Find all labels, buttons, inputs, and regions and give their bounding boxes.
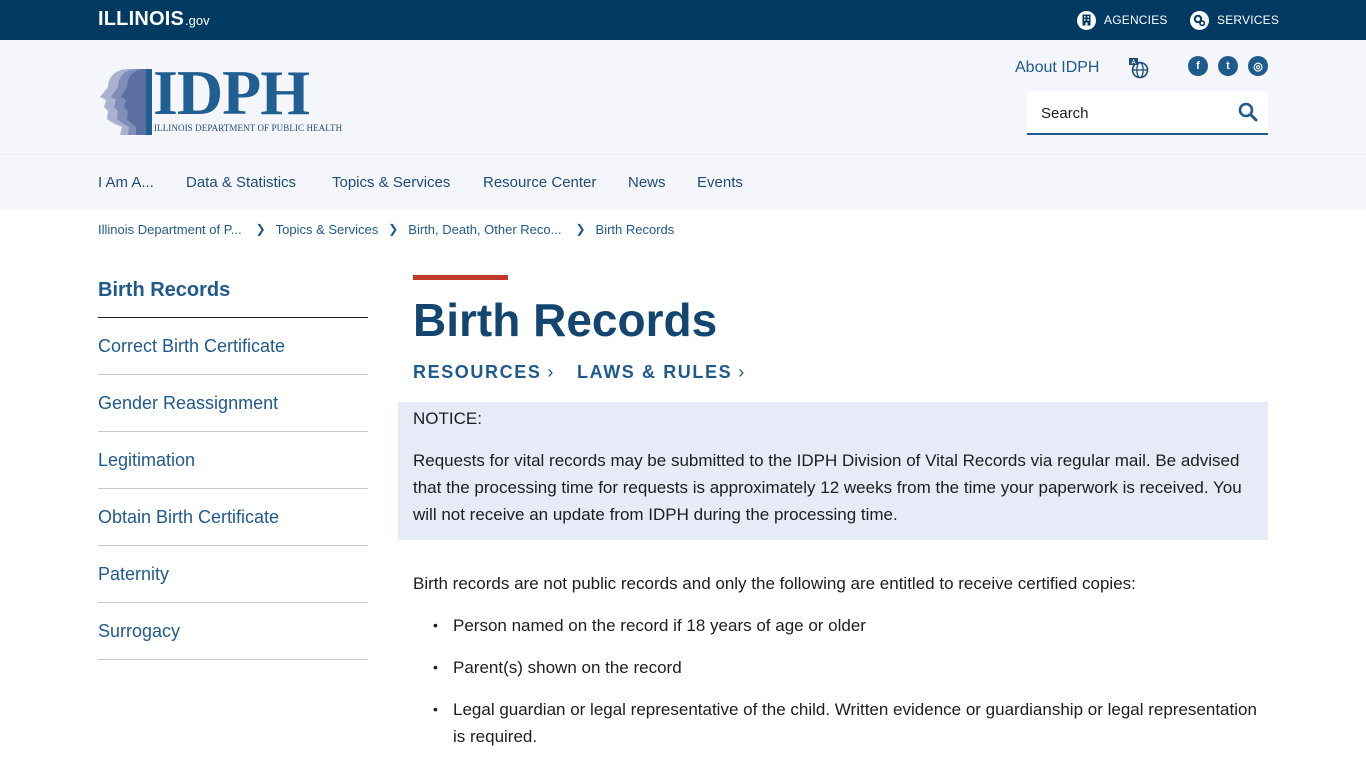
list-item: Person named on the record if 18 years o… [413,612,1268,639]
illinois-logo-text: ILLINOIS [98,8,185,30]
page-title: Birth Records [413,294,718,346]
facebook-icon[interactable]: f [1188,56,1208,76]
notice-box: NOTICE: Requests for vital records may b… [398,402,1268,540]
laws-rules-label: LAWS & RULES [577,362,733,382]
chevron-right-icon: › [547,362,554,382]
idph-wordmark: IDPH [153,57,310,128]
building-icon [1077,10,1096,30]
nav-resource-center[interactable]: Resource Center [483,174,596,191]
services-label: SERVICES [1217,13,1280,27]
idph-logo[interactable]: IDPH ILLINOIS DEPARTMENT OF PUBLIC HEALT… [98,61,348,137]
chevron-right-icon: ❯ [255,222,266,236]
chevron-right-icon: ❯ [388,222,399,236]
agencies-link[interactable]: AGENCIES [1077,10,1168,30]
eligibility-list: Person named on the record if 18 years o… [413,612,1268,765]
about-idph-link[interactable]: About IDPH [1015,59,1099,77]
breadcrumb-item-records[interactable]: Birth, Death, Other Reco... [408,222,561,237]
breadcrumb: Illinois Department of P... ❯ Topics & S… [98,220,674,238]
gears-icon [1190,10,1209,30]
list-item: Legal guardian or legal representative o… [413,696,1268,750]
notice-heading: NOTICE: [413,409,482,428]
breadcrumb-item-topics[interactable]: Topics & Services [276,222,379,237]
illinois-gov-logo[interactable]: ILLINOIS.gov [98,8,210,32]
resources-label: RESOURCES [413,362,542,382]
chevron-right-icon: ❯ [575,222,586,236]
nav-topics-services[interactable]: Topics & Services [332,174,450,191]
sidebar-item-gender-reassignment[interactable]: Gender Reassignment [98,375,368,432]
breadcrumb-item-current: Birth Records [595,221,675,237]
intro-paragraph: Birth records are not public records and… [413,574,1136,593]
services-link[interactable]: SERVICES [1190,10,1279,30]
nav-i-am-a[interactable]: I Am A... [98,174,154,191]
sidebar-item-correct-birth-certificate[interactable]: Correct Birth Certificate [98,318,368,375]
sidebar-item-paternity[interactable]: Paternity [98,546,368,603]
nav-data-statistics[interactable]: Data & Statistics [186,174,296,191]
agencies-label: AGENCIES [1104,13,1168,27]
search-box [1027,91,1268,135]
laws-rules-link[interactable]: LAWS & RULES › [577,362,744,383]
idph-subtitle: ILLINOIS DEPARTMENT OF PUBLIC HEALTH [154,123,343,133]
main-navigation: I Am A... Data & Statistics Topics & Ser… [0,156,1366,210]
sidebar-item-obtain-birth-certificate[interactable]: Obtain Birth Certificate [98,489,368,546]
search-input[interactable] [1041,103,1231,123]
title-accent-bar [413,275,508,280]
sidebar-title[interactable]: Birth Records [98,276,368,318]
twitter-icon[interactable]: t [1218,56,1238,76]
sidebar: Birth Records Correct Birth Certificate … [98,276,368,660]
resources-link[interactable]: RESOURCES › [413,362,553,383]
profile-faces-icon [100,69,152,135]
list-item: Parent(s) shown on the record [413,654,1268,681]
illinois-logo-gov: .gov [185,13,210,28]
site-header: IDPH ILLINOIS DEPARTMENT OF PUBLIC HEALT… [0,40,1366,155]
translate-globe-icon[interactable]: A [1128,57,1150,79]
nav-events[interactable]: Events [697,174,743,191]
chevron-right-icon: › [738,362,745,382]
nav-news[interactable]: News [628,174,666,191]
breadcrumb-item-home[interactable]: Illinois Department of P... [98,222,242,237]
instagram-icon[interactable]: ◎ [1248,56,1268,76]
search-icon[interactable] [1237,101,1259,123]
sidebar-item-legitimation[interactable]: Legitimation [98,432,368,489]
notice-body: Requests for vital records may be submit… [413,451,1242,524]
top-utility-bar: ILLINOIS.gov AGENCIES SERVICES [0,0,1366,40]
sidebar-item-surrogacy[interactable]: Surrogacy [98,603,368,660]
